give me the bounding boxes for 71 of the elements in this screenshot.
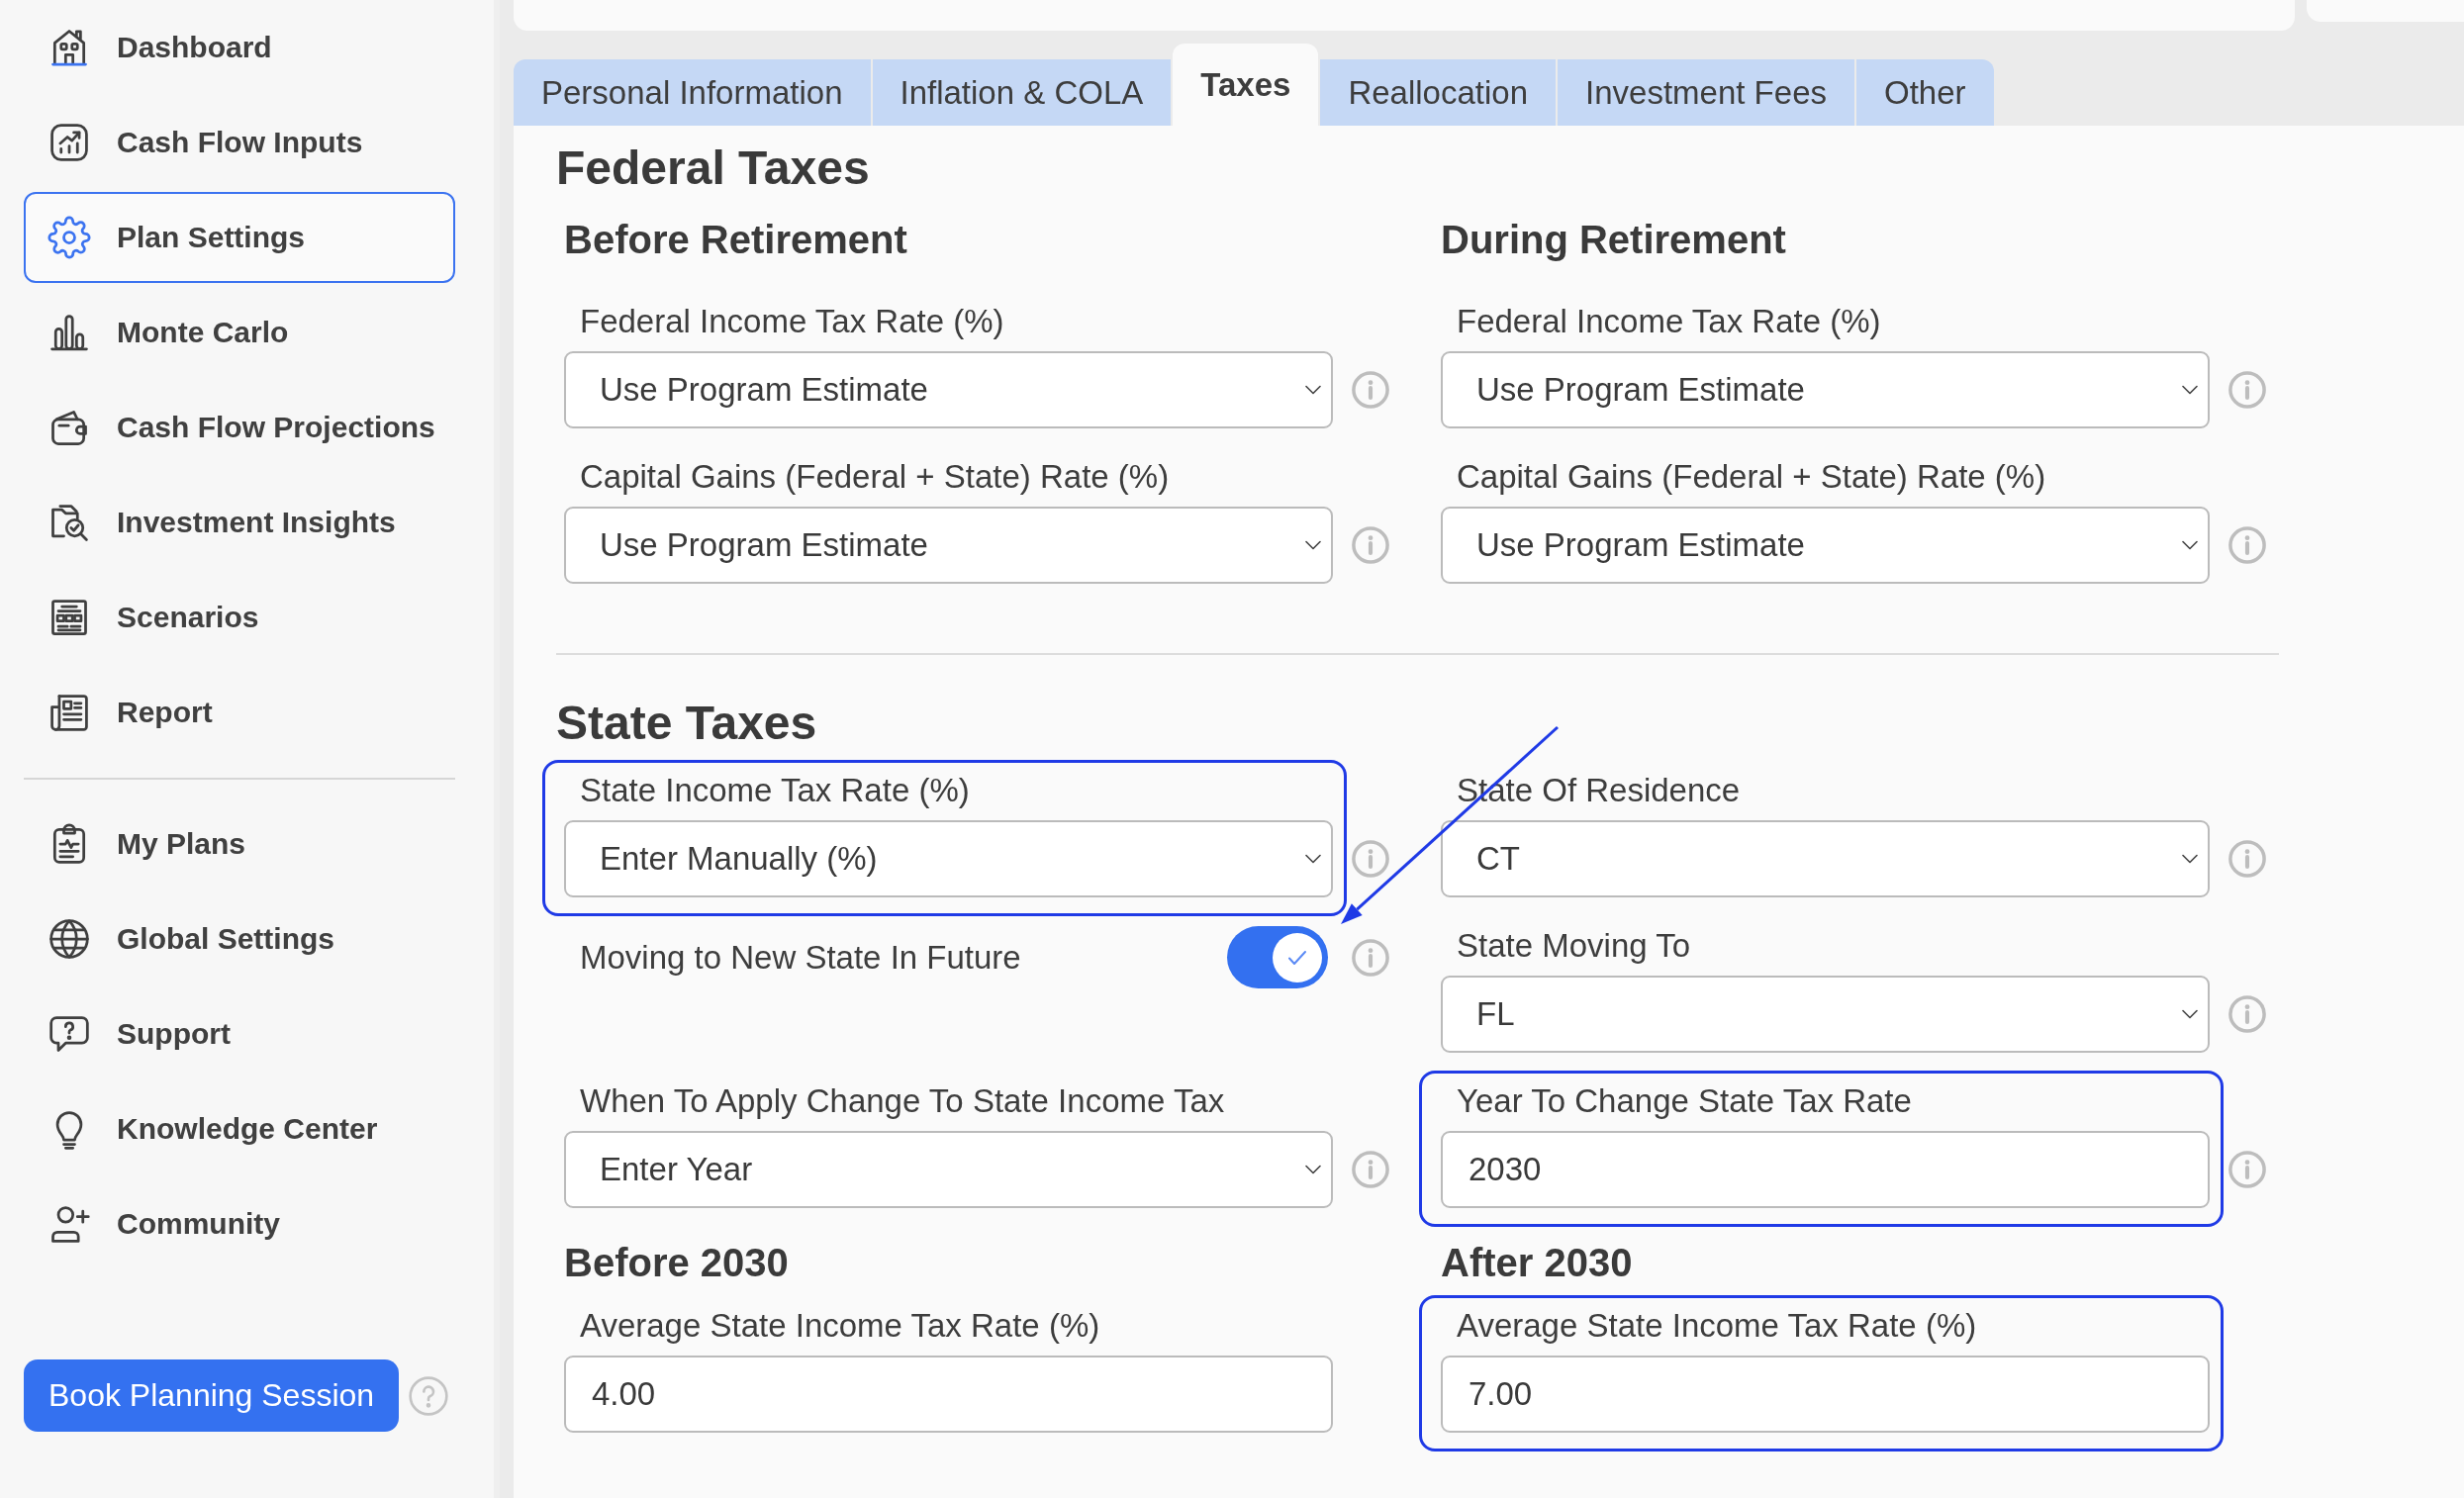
text-field[interactable]: 2030 xyxy=(1441,1131,2210,1208)
sidebar-item[interactable]: Support xyxy=(24,988,455,1079)
field-label: Average State Income Tax Rate (%) xyxy=(1457,1306,1977,1346)
tab[interactable]: Other xyxy=(1856,59,1994,126)
dropdown[interactable]: Use Program Estimate xyxy=(1441,351,2210,428)
chevron-down-icon xyxy=(2182,854,2198,864)
toggle-label: Moving to New State In Future xyxy=(580,938,1021,977)
dropdown[interactable]: Enter Manually (%) xyxy=(564,820,1333,897)
settings-icon xyxy=(47,216,91,259)
tab[interactable]: Investment Fees xyxy=(1558,59,1854,126)
chevron-down-icon xyxy=(1305,854,1321,864)
info-icon[interactable] xyxy=(2228,526,2266,564)
globe-icon xyxy=(47,917,91,961)
info-icon[interactable] xyxy=(2228,995,2266,1033)
field-label: When To Apply Change To State Income Tax xyxy=(580,1081,1225,1121)
field-label: State Income Tax Rate (%) xyxy=(580,771,970,810)
chevron-down-icon xyxy=(1305,540,1321,550)
sidebar-item[interactable]: Community xyxy=(24,1178,455,1269)
sidebar-item[interactable]: My Plans xyxy=(24,798,455,889)
column-heading: During Retirement xyxy=(1441,217,1786,263)
sidebar-item[interactable]: Monte Carlo xyxy=(24,287,455,378)
info-icon[interactable] xyxy=(2228,371,2266,409)
column-heading: After 2030 xyxy=(1441,1240,1633,1286)
sidebar-item[interactable]: Global Settings xyxy=(24,893,455,984)
chevron-down-icon xyxy=(2182,385,2198,395)
info-icon[interactable] xyxy=(1352,526,1389,564)
chevron-down-icon xyxy=(2182,1009,2198,1019)
field-label: Capital Gains (Federal + State) Rate (%) xyxy=(1457,457,2046,497)
field-label: Capital Gains (Federal + State) Rate (%) xyxy=(580,457,1170,497)
dropdown[interactable]: Use Program Estimate xyxy=(564,351,1333,428)
column-heading: Before 2030 xyxy=(564,1240,789,1286)
sidebar-item[interactable]: Cash Flow Inputs xyxy=(24,97,455,188)
tab[interactable]: Personal Information xyxy=(514,59,871,126)
section-title: Federal Taxes xyxy=(556,140,870,196)
check-icon xyxy=(1287,949,1307,966)
chevron-down-icon xyxy=(1305,385,1321,395)
text-field[interactable]: 4.00 xyxy=(564,1356,1333,1433)
info-icon[interactable] xyxy=(1352,1151,1389,1188)
info-icon[interactable] xyxy=(2228,840,2266,878)
dropdown[interactable]: Use Program Estimate xyxy=(1441,507,2210,584)
field-label: Year To Change State Tax Rate xyxy=(1457,1081,1912,1121)
field-label: Federal Income Tax Rate (%) xyxy=(1457,302,1881,341)
chart-up-icon xyxy=(47,121,91,164)
section-title: State Taxes xyxy=(556,696,817,751)
sidebar-item[interactable]: Plan Settings xyxy=(24,192,455,283)
dropdown[interactable]: Use Program Estimate xyxy=(564,507,1333,584)
tab[interactable]: Taxes xyxy=(1173,44,1319,126)
dropdown[interactable]: FL xyxy=(1441,976,2210,1053)
sidebar-item[interactable]: Cash Flow Projections xyxy=(24,382,455,473)
dropdown[interactable]: Enter Year xyxy=(564,1131,1333,1208)
info-icon[interactable] xyxy=(1352,938,1389,977)
sidebar-item[interactable]: Dashboard xyxy=(24,2,455,93)
tab[interactable]: Reallocation xyxy=(1320,59,1557,126)
sidebar-item[interactable]: Investment Insights xyxy=(24,477,455,568)
sidebar-item[interactable]: Knowledge Center xyxy=(24,1083,455,1174)
book-session-button[interactable]: Book Planning Session xyxy=(24,1359,400,1432)
dropdown[interactable]: CT xyxy=(1441,820,2210,897)
tab[interactable]: Inflation & COLA xyxy=(872,59,1172,126)
info-icon[interactable] xyxy=(1352,840,1389,878)
field-label: Average State Income Tax Rate (%) xyxy=(580,1306,1100,1346)
field-label: Federal Income Tax Rate (%) xyxy=(580,302,1004,341)
info-icon[interactable] xyxy=(2228,1151,2266,1188)
field-label: State Moving To xyxy=(1457,926,1691,966)
chevron-down-icon xyxy=(2182,540,2198,550)
info-icon[interactable] xyxy=(1352,371,1389,409)
column-heading: Before Retirement xyxy=(564,217,907,263)
sidebar-item[interactable]: Report xyxy=(24,667,455,758)
help-icon[interactable] xyxy=(409,1375,449,1416)
sidebar-item[interactable]: Scenarios xyxy=(24,572,455,663)
text-field[interactable]: 7.00 xyxy=(1441,1356,2210,1433)
chevron-down-icon xyxy=(1305,1165,1321,1174)
